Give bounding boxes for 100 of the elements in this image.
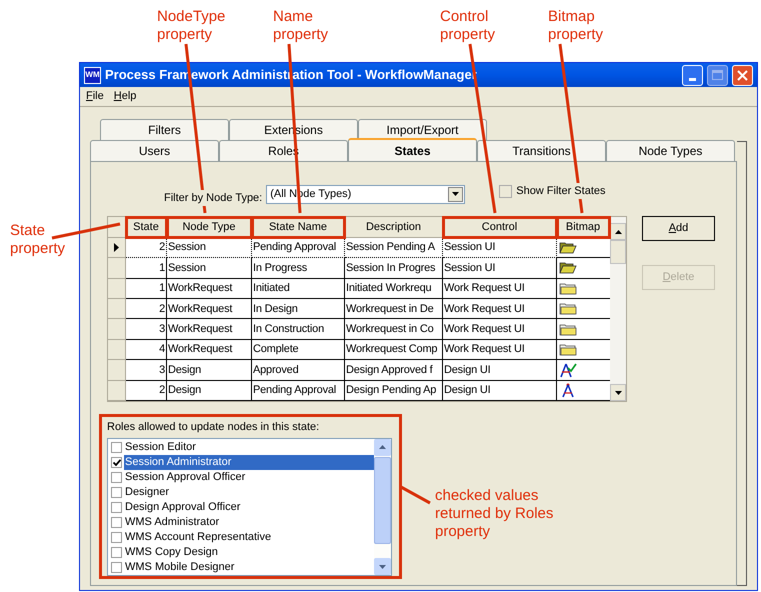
annotation-label: NodeType property	[157, 8, 226, 44]
checkbox-label: Show Filter States	[516, 182, 606, 200]
open-folder-icon	[559, 241, 577, 254]
folder-icon	[559, 302, 577, 316]
table-cell: 2	[126, 380, 167, 402]
table-cell: WorkRequest	[167, 278, 252, 300]
table-cell: Work Request UI	[443, 299, 557, 320]
table-cell: Workrequest in Co	[345, 319, 443, 340]
role-label: Design Approval Officer	[124, 500, 242, 514]
column-header[interactable]: Control	[443, 217, 557, 238]
checkbox[interactable]	[111, 532, 122, 542]
folder-icon	[559, 343, 577, 356]
role-item[interactable]: Session Approval Officer	[108, 470, 374, 484]
tab[interactable]: Filters	[100, 119, 229, 140]
checkbox[interactable]	[111, 562, 122, 572]
role-label: WMS Account Representative	[124, 530, 272, 544]
tab[interactable]: Transitions	[477, 140, 606, 161]
role-item[interactable]: WMS Copy Design	[108, 544, 374, 560]
annotation-label: Control property	[440, 8, 496, 44]
scroll-thumb[interactable]	[374, 456, 391, 544]
table-cell: 3	[126, 360, 167, 381]
caret-down-icon	[452, 192, 460, 196]
role-label: Session Approval Officer	[124, 470, 246, 484]
table-cell: Session UI	[443, 238, 557, 258]
table-cell: Design UI	[443, 380, 557, 402]
menu-item[interactable]: File	[86, 88, 104, 105]
table-cell: Pending Approval	[252, 380, 345, 402]
checkbox[interactable]	[111, 442, 122, 452]
table-cell: Initiated	[252, 278, 345, 300]
table-cell: Initiated Workrequ	[345, 278, 443, 300]
current-row-icon	[114, 243, 119, 252]
minimize-button[interactable]	[682, 64, 703, 86]
role-item[interactable]: Design Approval Officer	[108, 500, 374, 514]
table-cell: Pending Approval	[252, 238, 345, 258]
checkbox[interactable]	[499, 184, 512, 198]
table-cell: Session	[167, 238, 252, 258]
scroll-up-button[interactable]	[610, 223, 626, 240]
table-cell: Workrequest Comp	[345, 340, 443, 360]
table-cell: Design Approved f	[345, 360, 443, 381]
checkbox[interactable]	[111, 456, 122, 468]
role-item[interactable]: Session Editor	[108, 440, 374, 454]
tab[interactable]: Node Types	[606, 140, 735, 161]
table-cell: Work Request UI	[443, 340, 557, 360]
table-cell: Design Pending Ap	[345, 380, 443, 402]
table-cell: WorkRequest	[167, 299, 252, 320]
table-cell: Work Request UI	[443, 278, 557, 300]
table-cell: In Design	[252, 299, 345, 320]
arrow-up-icon	[614, 230, 622, 234]
app-icon: WM	[84, 66, 101, 84]
dialog-button[interactable]: Add	[642, 216, 715, 241]
checkbox[interactable]	[111, 472, 122, 482]
table-cell: 4	[126, 340, 167, 360]
role-item[interactable]: Designer	[108, 484, 374, 500]
table-cell: Workrequest in De	[345, 299, 443, 320]
vertical-scrollbar[interactable]	[374, 438, 391, 575]
scroll-down-button[interactable]	[610, 384, 626, 401]
column-header[interactable]: Bitmap	[557, 217, 610, 238]
table-cell: 3	[126, 319, 167, 340]
checkbox[interactable]	[111, 502, 122, 512]
close-button[interactable]	[732, 64, 753, 86]
table-cell: Design UI	[443, 360, 557, 381]
arrow-down-icon	[614, 390, 622, 394]
annotation-label: Name property	[273, 8, 328, 44]
table-cell: Session UI	[443, 258, 557, 279]
column-header[interactable]: Node Type	[167, 217, 252, 238]
column-header[interactable]: State Name	[252, 217, 345, 238]
table-cell: 1	[126, 258, 167, 279]
leader-line	[52, 222, 120, 240]
table-cell: Session Pending A	[345, 238, 443, 258]
annotation-label: Bitmap property	[548, 8, 604, 44]
column-header[interactable]: State	[126, 217, 167, 238]
table-cell: WorkRequest	[167, 319, 252, 340]
folder-icon	[559, 282, 577, 295]
maximize-button[interactable]	[707, 64, 728, 86]
role-label: WMS Copy Design	[124, 544, 219, 560]
table-cell: 2	[126, 299, 167, 320]
scroll-thumb[interactable]	[610, 240, 626, 264]
folder-icon	[559, 322, 577, 336]
table-cell: Complete	[252, 340, 345, 360]
checkbox[interactable]	[111, 516, 122, 528]
check-icon	[112, 458, 120, 466]
menu-item[interactable]: Help	[114, 88, 136, 105]
open-folder-icon	[559, 261, 577, 274]
arrow-down-icon	[379, 564, 386, 568]
role-item[interactable]: WMS Account Representative	[108, 530, 374, 544]
tab[interactable]: States	[348, 138, 477, 161]
table-cell: 2	[126, 238, 167, 258]
role-item[interactable]: WMS Administrator	[108, 514, 374, 530]
role-label: Session Editor	[124, 440, 197, 454]
role-item[interactable]: WMS Mobile Designer	[108, 560, 374, 574]
checkbox[interactable]	[111, 486, 122, 498]
role-label: WMS Administrator	[124, 514, 220, 530]
table-cell: Approved	[252, 360, 345, 381]
annotation-label: checked values returned by Roles property	[435, 487, 554, 541]
checkbox[interactable]	[111, 546, 122, 558]
vertical-scrollbar[interactable]	[610, 217, 626, 401]
tab[interactable]: Users	[90, 140, 219, 161]
table-cell: 1	[126, 278, 167, 300]
table-cell: Design	[167, 360, 252, 381]
filter-label: Filter by Node Type:	[164, 190, 262, 206]
